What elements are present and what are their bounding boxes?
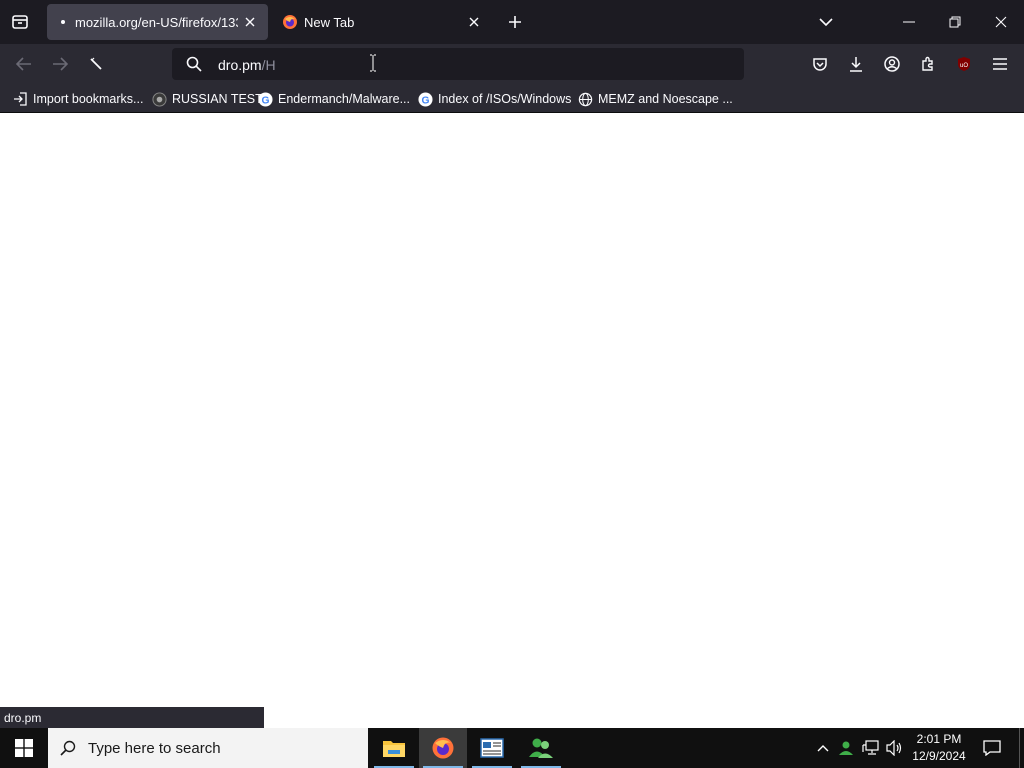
arrow-right-icon: [53, 57, 68, 71]
tab-new-tab[interactable]: New Tab: [272, 4, 492, 40]
bookmark-russian-test[interactable]: RUSSIAN TEST: [151, 88, 263, 110]
taskbar-app-people[interactable]: [517, 728, 565, 768]
news-icon: [480, 738, 504, 758]
chevron-up-icon: [817, 745, 829, 752]
ublock-origin-button[interactable]: uO: [950, 50, 978, 78]
bookmark-import[interactable]: Import bookmarks...: [12, 88, 143, 110]
chevron-down-icon: [819, 18, 833, 27]
action-center-button[interactable]: [978, 736, 1006, 760]
url-autocomplete-text: /H: [261, 57, 276, 73]
url-input[interactable]: dro.pm/H: [218, 57, 276, 73]
svg-text:uO: uO: [960, 63, 968, 69]
extensions-button[interactable]: [914, 50, 942, 78]
search-icon: [182, 52, 206, 76]
show-hidden-icons-button[interactable]: [814, 738, 832, 758]
loading-dot-icon: [61, 20, 65, 24]
restore-icon: [949, 16, 961, 28]
user-icon: [839, 741, 853, 755]
close-icon: [995, 16, 1007, 28]
app-menu-button[interactable]: [986, 50, 1014, 78]
bookmark-endermanch-malware[interactable]: G Endermanch/Malware...: [257, 88, 410, 110]
pocket-button[interactable]: [806, 50, 834, 78]
windows-logo-icon: [15, 739, 33, 757]
start-button[interactable]: [0, 728, 48, 768]
tray-people-icon[interactable]: [836, 738, 856, 758]
taskbar-app-news[interactable]: [468, 728, 516, 768]
taskbar-app-file-explorer[interactable]: [370, 728, 418, 768]
firefox-view-button[interactable]: [6, 8, 34, 36]
bookmark-label: Index of /ISOs/Windows: [438, 92, 572, 106]
tab-title: mozilla.org/en-US/firefox/133.0/: [75, 14, 238, 30]
downloads-button[interactable]: [842, 50, 870, 78]
notification-icon: [983, 740, 1001, 756]
arrow-left-icon: [16, 57, 31, 71]
bookmark-index-isos[interactable]: G Index of /ISOs/Windows: [417, 88, 571, 110]
restore-button[interactable]: [932, 0, 978, 44]
account-button[interactable]: [878, 50, 906, 78]
stop-loading-button[interactable]: [82, 50, 110, 78]
firefox-view-icon: [12, 15, 28, 29]
taskbar-clock[interactable]: 2:01 PM 12/9/2024: [904, 731, 974, 765]
folder-icon: [383, 741, 405, 757]
close-window-button[interactable]: [978, 0, 1024, 44]
svg-text:G: G: [421, 95, 429, 106]
bookmark-label: MEMZ and Noescape ...: [598, 92, 733, 106]
bookmark-label: RUSSIAN TEST: [172, 92, 263, 106]
network-icon: [862, 740, 879, 755]
people-icon: [529, 738, 553, 758]
taskbar-app-firefox[interactable]: [419, 728, 467, 768]
speaker-icon: [886, 740, 902, 756]
status-panel: dro.pm: [0, 707, 264, 728]
text-cursor-icon: [368, 54, 378, 72]
clock-time: 2:01 PM: [916, 732, 962, 746]
firefox-icon: [432, 737, 454, 759]
tab-title: New Tab: [304, 14, 355, 30]
google-icon: G: [417, 91, 433, 107]
volume-button[interactable]: [884, 738, 906, 758]
url-typed-text: dro.pm: [218, 57, 262, 73]
bookmark-label: Import bookmarks...: [33, 92, 144, 106]
download-icon: [850, 57, 862, 72]
forward-button[interactable]: [46, 50, 74, 78]
firefox-icon: [282, 14, 298, 30]
tab-close-button[interactable]: [238, 10, 262, 34]
new-tab-button[interactable]: [502, 8, 528, 36]
pocket-icon: [813, 58, 827, 71]
clock-date: 12/9/2024: [912, 749, 966, 763]
globe-icon: [577, 91, 593, 107]
account-icon: [884, 56, 900, 72]
show-desktop-button[interactable]: [1019, 728, 1020, 768]
bookmark-memz[interactable]: MEMZ and Noescape ...: [577, 88, 733, 110]
close-icon: [245, 17, 255, 27]
network-button[interactable]: [860, 738, 882, 758]
hamburger-menu-icon: [993, 58, 1007, 70]
minimize-icon: [903, 21, 915, 23]
ublock-icon: uO: [958, 57, 970, 71]
google-icon: G: [257, 91, 273, 107]
svg-text:G: G: [261, 95, 269, 106]
loading-icon: [90, 57, 102, 70]
page-content-area[interactable]: [0, 113, 1024, 728]
search-icon: [60, 740, 76, 756]
taskbar-search-box[interactable]: Type here to search: [48, 728, 368, 768]
back-button[interactable]: [10, 50, 38, 78]
github-icon: [151, 91, 167, 107]
minimize-button[interactable]: [886, 0, 932, 44]
search-placeholder: Type here to search: [88, 739, 221, 757]
plus-icon: [509, 16, 521, 28]
tab-close-button[interactable]: [462, 10, 486, 34]
list-all-tabs-button[interactable]: [812, 8, 840, 36]
close-icon: [469, 17, 479, 27]
import-icon: [12, 91, 28, 107]
tab-mozilla[interactable]: mozilla.org/en-US/firefox/133.0/: [47, 4, 268, 40]
puzzle-icon: [922, 56, 933, 71]
bookmark-label: Endermanch/Malware...: [278, 92, 411, 106]
